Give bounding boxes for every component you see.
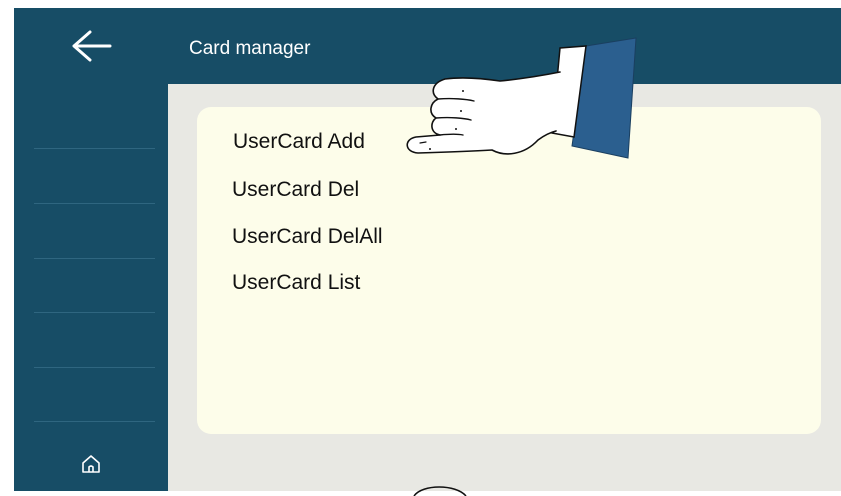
- card-menu-panel: UserCard Add UserCard Del UserCard DelAl…: [197, 107, 821, 434]
- sidebar-item: [34, 149, 155, 204]
- usercard-delall-item[interactable]: UserCard DelAll: [232, 225, 383, 249]
- sidebar-item: [34, 204, 155, 259]
- sidebar-item: [34, 94, 155, 149]
- page-title: Card manager: [189, 38, 311, 59]
- usercard-del-item[interactable]: UserCard Del: [232, 178, 359, 202]
- sidebar-item: [34, 367, 155, 422]
- header-bar: Card manager: [14, 8, 841, 84]
- device-screen: Card manager UserCard Add UserCard Del U…: [14, 8, 841, 491]
- back-button[interactable]: [14, 8, 168, 84]
- sidebar: [14, 84, 168, 491]
- home-icon: [82, 455, 100, 473]
- home-button[interactable]: [69, 444, 113, 484]
- sidebar-item: [34, 313, 155, 368]
- sidebar-item: [34, 258, 155, 313]
- usercard-list-item[interactable]: UserCard List: [232, 271, 360, 295]
- usercard-add-item[interactable]: UserCard Add: [233, 130, 365, 154]
- arrow-left-icon: [72, 30, 112, 62]
